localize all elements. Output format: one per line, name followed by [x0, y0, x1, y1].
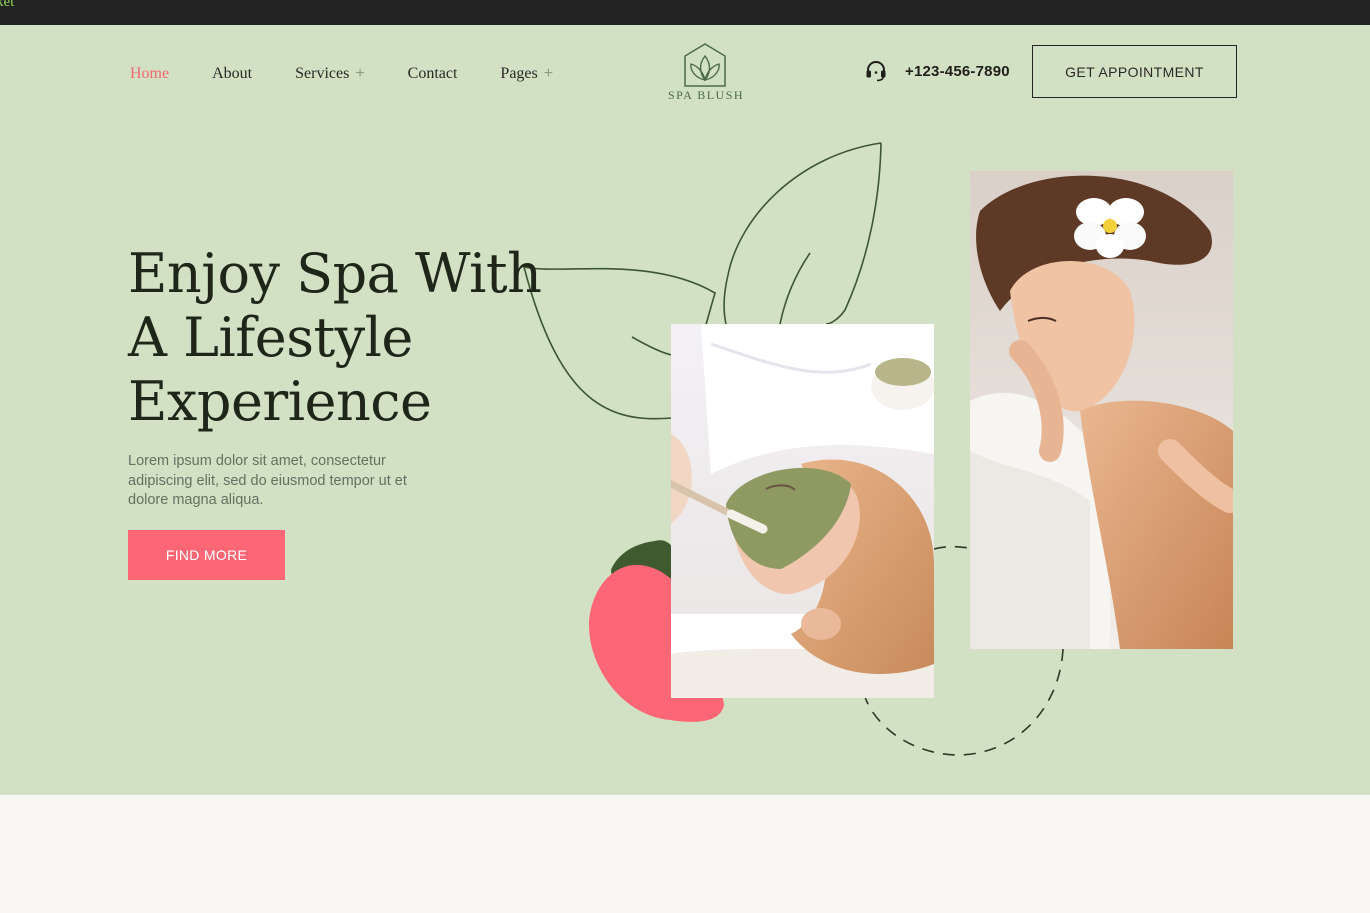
- headline-line-1: Enjoy Spa With: [128, 242, 542, 305]
- leaf-outline-right: [723, 142, 882, 325]
- nav-label-about: About: [212, 65, 253, 82]
- nav-label-contact: Contact: [407, 65, 458, 82]
- hero-description: Lorem ipsum dolor sit amet, consectetur …: [128, 453, 407, 508]
- phone-number: +123-456-7890: [905, 62, 1010, 80]
- logo[interactable]: SPA BLUSH: [663, 42, 749, 102]
- nav-item-pages[interactable]: Pages +: [500, 65, 553, 83]
- get-appointment-button[interactable]: GET APPOINTMENT: [1032, 45, 1237, 98]
- headset-icon: [866, 60, 886, 82]
- top-bar-text: ket: [0, 0, 15, 10]
- nav-item-about[interactable]: About: [212, 65, 252, 83]
- facial-treatment-photo: [671, 324, 934, 698]
- nav-label-pages: Pages: [500, 65, 538, 82]
- plus-icon: +: [355, 65, 365, 82]
- plus-icon: +: [543, 65, 554, 82]
- hero-section: Home About Services + Contact Pages + SPA …: [0, 25, 1370, 795]
- main-nav: Home About Services + Contact Pages +: [130, 63, 596, 85]
- lotus-house-icon: [684, 43, 726, 87]
- hero-headline: Enjoy Spa With A Lifestyle Experience: [128, 242, 542, 434]
- headline-line-2: A Lifestyle: [128, 306, 413, 369]
- leaf-stem: [779, 252, 811, 325]
- logo-text: SPA BLUSH: [667, 88, 745, 102]
- massage-photo: [970, 171, 1233, 649]
- phone-contact[interactable]: +123-456-7890: [864, 59, 1010, 83]
- find-more-button[interactable]: FIND MORE: [128, 530, 285, 580]
- nav-item-services[interactable]: Services +: [295, 65, 365, 83]
- top-bar: ket: [0, 0, 1370, 25]
- lower-section: [0, 795, 1370, 913]
- nav-label-services: Services: [295, 65, 350, 82]
- leaf-vein: [631, 336, 673, 356]
- nav-label-home: Home: [130, 65, 170, 82]
- headline-line-3: Experience: [128, 370, 432, 433]
- nav-item-contact[interactable]: Contact: [408, 65, 458, 83]
- nav-item-home[interactable]: Home: [130, 65, 169, 83]
